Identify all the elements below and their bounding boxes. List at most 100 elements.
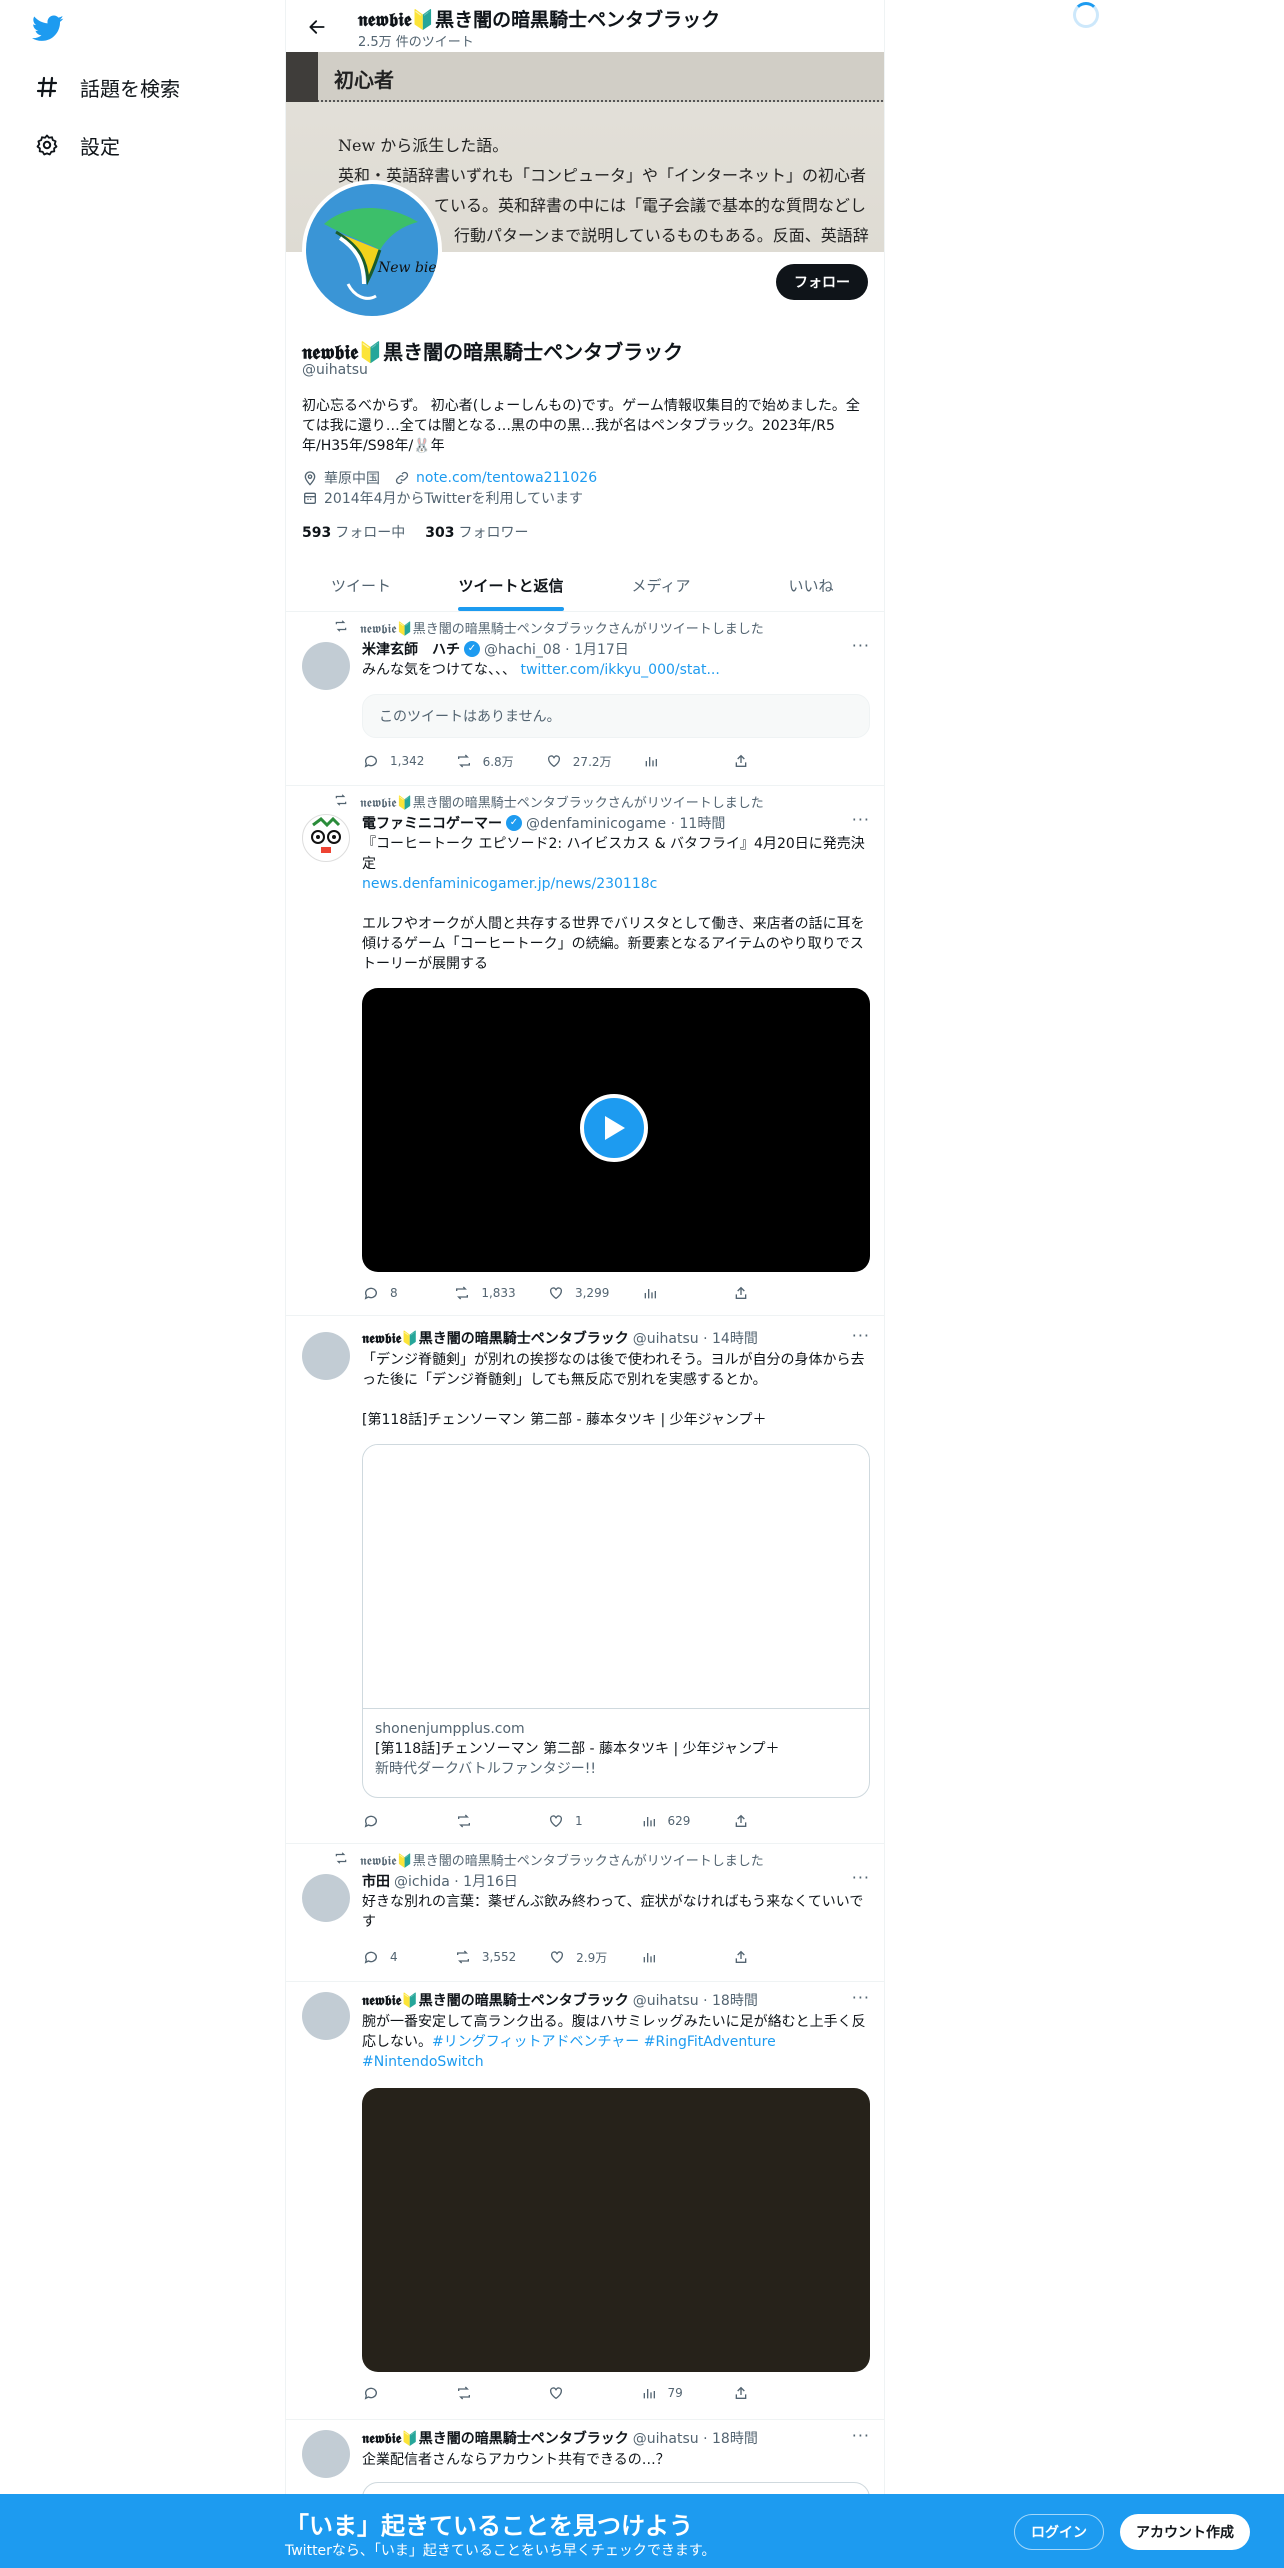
profile-handle: @uihatsu xyxy=(302,362,368,378)
signup-banner-title: 「いま」起きていることを見つけよう xyxy=(285,2512,693,2540)
gear-icon xyxy=(34,132,60,158)
tweet[interactable]: 𝖓𝖊𝖜𝖇𝖎𝖊🔰黒き闇の暗黒騎士ペンタブラックさんがリツイートしました 米津玄師 … xyxy=(286,612,884,786)
author-handle[interactable]: @uihatsu · 18時間 xyxy=(633,2428,758,2448)
avatar[interactable] xyxy=(302,1992,350,2040)
video-player[interactable] xyxy=(362,988,870,1272)
views-button[interactable] xyxy=(641,1284,701,1302)
avatar[interactable] xyxy=(302,642,350,690)
reply-button[interactable] xyxy=(362,2384,422,2402)
tab-tweets[interactable]: ツイート xyxy=(286,560,436,611)
tweet-text: みんな気をつけてな、、、 twitter.com/ikkyu_000/stat.… xyxy=(362,660,872,680)
avatar[interactable] xyxy=(302,1332,350,1380)
like-button[interactable]: 3,299 xyxy=(547,1284,609,1302)
tweet-actions: 1,342 6.8万 27.2万 xyxy=(362,752,792,770)
author-handle[interactable]: @hachi_08 · 1月17日 xyxy=(484,639,629,659)
avatar[interactable] xyxy=(302,2430,350,2478)
profile-bio: 初心忘るべからず。 初心者(しょーしんもの)です。ゲーム情報収集目的で始めました… xyxy=(302,398,860,454)
author-name[interactable]: 𝖓𝖊𝖜𝖇𝖎𝖊🔰黒き闇の暗黒騎士ペンタブラック xyxy=(362,2428,629,2448)
share-icon xyxy=(732,752,750,770)
avatar[interactable] xyxy=(302,814,350,862)
reply-button[interactable]: 1,342 xyxy=(362,752,424,770)
tweet[interactable]: 𝖓𝖊𝖜𝖇𝖎𝖊🔰黒き闇の暗黒騎士ペンタブラック @uihatsu · 18時間 ·… xyxy=(286,1982,884,2420)
views-chart-icon xyxy=(641,1284,659,1302)
share-button[interactable] xyxy=(732,1812,792,1830)
hashtag-icon xyxy=(34,74,60,100)
author-handle[interactable]: @ichida · 1月16日 xyxy=(394,1871,518,1891)
login-button[interactable]: ログイン xyxy=(1014,2514,1104,2550)
profile-link[interactable]: note.com/tentowa211026 xyxy=(416,470,597,486)
following-link[interactable]: 593 フォロー中 xyxy=(302,522,405,542)
more-options-icon[interactable]: ··· xyxy=(852,636,870,655)
more-options-icon[interactable]: ··· xyxy=(852,2426,870,2445)
views-button[interactable]: 79 xyxy=(640,2384,700,2402)
like-count: 2.9万 xyxy=(576,1950,608,1965)
like-count: 1 xyxy=(575,1814,583,1828)
retweet-icon xyxy=(334,793,350,811)
author-handle[interactable]: @denfaminicogame · 11時間 xyxy=(526,813,725,833)
card-title: [第118話]チェンソーマン 第二部 - 藤本タツキ | 少年ジャンプ＋ xyxy=(375,1741,780,1757)
retweet-button[interactable]: 6.8万 xyxy=(455,752,515,770)
like-count: 27.2万 xyxy=(572,754,612,769)
like-button[interactable]: 2.9万 xyxy=(548,1948,608,1966)
followers-link[interactable]: 303 フォロワー xyxy=(425,522,528,542)
author-name[interactable]: 𝖓𝖊𝖜𝖇𝖎𝖊🔰黒き闇の暗黒騎士ペンタブラック xyxy=(362,1328,629,1348)
tweet-link[interactable]: twitter.com/ikkyu_000/stat... xyxy=(520,662,719,678)
tweet[interactable]: 𝖓𝖊𝖜𝖇𝖎𝖊🔰黒き闇の暗黒騎士ペンタブラックさんがリツイートしました 電ファミニ… xyxy=(286,786,884,1316)
like-button[interactable]: 27.2万 xyxy=(545,752,612,770)
like-button[interactable] xyxy=(547,2384,607,2402)
author-name[interactable]: 市田 xyxy=(362,1871,390,1891)
nav-settings[interactable]: 設定 xyxy=(34,125,120,165)
reply-icon xyxy=(362,1812,380,1830)
more-options-icon[interactable]: ··· xyxy=(852,810,870,829)
retweet-button[interactable]: 1,833 xyxy=(453,1284,516,1302)
tweet-link[interactable]: news.denfaminicogamer.jp/news/230118c xyxy=(362,874,872,894)
reply-button[interactable]: 8 xyxy=(362,1284,422,1302)
author-name[interactable]: 𝖓𝖊𝖜𝖇𝖎𝖊🔰黒き闇の暗黒騎士ペンタブラック xyxy=(362,1990,629,2010)
back-arrow-icon[interactable] xyxy=(300,10,334,44)
hashtag-link[interactable]: #リングフィットアドベンチャー #RingFitAdventure xyxy=(432,2034,776,2050)
tab-likes[interactable]: いいね xyxy=(736,560,884,611)
tweet-text: 『コーヒートーク エピソード2: ハイビスカス & バタフライ』4月20日に発売… xyxy=(362,836,865,872)
retweet-button[interactable] xyxy=(455,2384,515,2402)
share-button[interactable] xyxy=(732,752,792,770)
verified-badge-icon: ✓ xyxy=(506,815,522,831)
more-options-icon[interactable]: ··· xyxy=(852,1988,870,2007)
author-handle[interactable]: @uihatsu · 14時間 xyxy=(633,1328,758,1348)
follow-stats: 593 フォロー中 303 フォロワー xyxy=(302,522,528,542)
more-options-icon[interactable]: ··· xyxy=(852,1326,870,1345)
twitter-bird-icon[interactable] xyxy=(30,12,66,44)
views-button[interactable] xyxy=(642,752,702,770)
reply-button[interactable] xyxy=(362,1812,422,1830)
link-card[interactable]: shonenjumpplus.com [第118話]チェンソーマン 第二部 - … xyxy=(362,1444,870,1798)
avatar[interactable] xyxy=(302,1874,350,1922)
profile-avatar[interactable]: New bie xyxy=(302,180,442,320)
tab-media[interactable]: メディア xyxy=(586,560,736,611)
tweet[interactable]: 𝖓𝖊𝖜𝖇𝖎𝖊🔰黒き闇の暗黒騎士ペンタブラックさんがリツイートしました 市田 @i… xyxy=(286,1844,884,1982)
reply-button[interactable]: 4 xyxy=(362,1948,422,1966)
retweet-by: 𝖓𝖊𝖜𝖇𝖎𝖊🔰黒き闇の暗黒騎士ペンタブラックさんがリツイートしました xyxy=(360,1854,764,1869)
more-options-icon[interactable]: ··· xyxy=(852,1868,870,1887)
tweet[interactable]: 𝖓𝖊𝖜𝖇𝖎𝖊🔰黒き闇の暗黒騎士ペンタブラック @uihatsu · 14時間 ·… xyxy=(286,1316,884,1844)
follow-button[interactable]: フォロー xyxy=(776,264,868,300)
views-button[interactable]: 629 xyxy=(640,1812,700,1830)
author-name[interactable]: 電ファミニコゲーマー xyxy=(362,813,502,833)
retweet-button[interactable]: 3,552 xyxy=(454,1948,516,1966)
hashtag-link[interactable]: #NintendoSwitch xyxy=(362,2054,484,2070)
retweet-button[interactable] xyxy=(455,1812,515,1830)
play-icon[interactable] xyxy=(580,1094,648,1162)
share-button[interactable] xyxy=(732,2384,792,2402)
create-account-button[interactable]: アカウント作成 xyxy=(1120,2514,1250,2550)
calendar-icon xyxy=(302,490,318,506)
heart-icon xyxy=(547,1284,565,1302)
tab-tweets-and-replies[interactable]: ツイートと返信 xyxy=(436,560,586,611)
author-name[interactable]: 米津玄師 ハチ xyxy=(362,639,460,659)
nav-explore[interactable]: 話題を検索 xyxy=(34,67,180,107)
retweet-count: 6.8万 xyxy=(482,754,514,769)
unavailable-quote: このツイートはありません。 xyxy=(362,694,870,738)
tweet-image[interactable] xyxy=(362,2088,870,2372)
share-button[interactable] xyxy=(732,1284,792,1302)
views-button[interactable] xyxy=(640,1948,700,1966)
author-handle[interactable]: @uihatsu · 18時間 xyxy=(633,1990,758,2010)
like-button[interactable]: 1 xyxy=(547,1812,607,1830)
share-button[interactable] xyxy=(732,1948,792,1966)
